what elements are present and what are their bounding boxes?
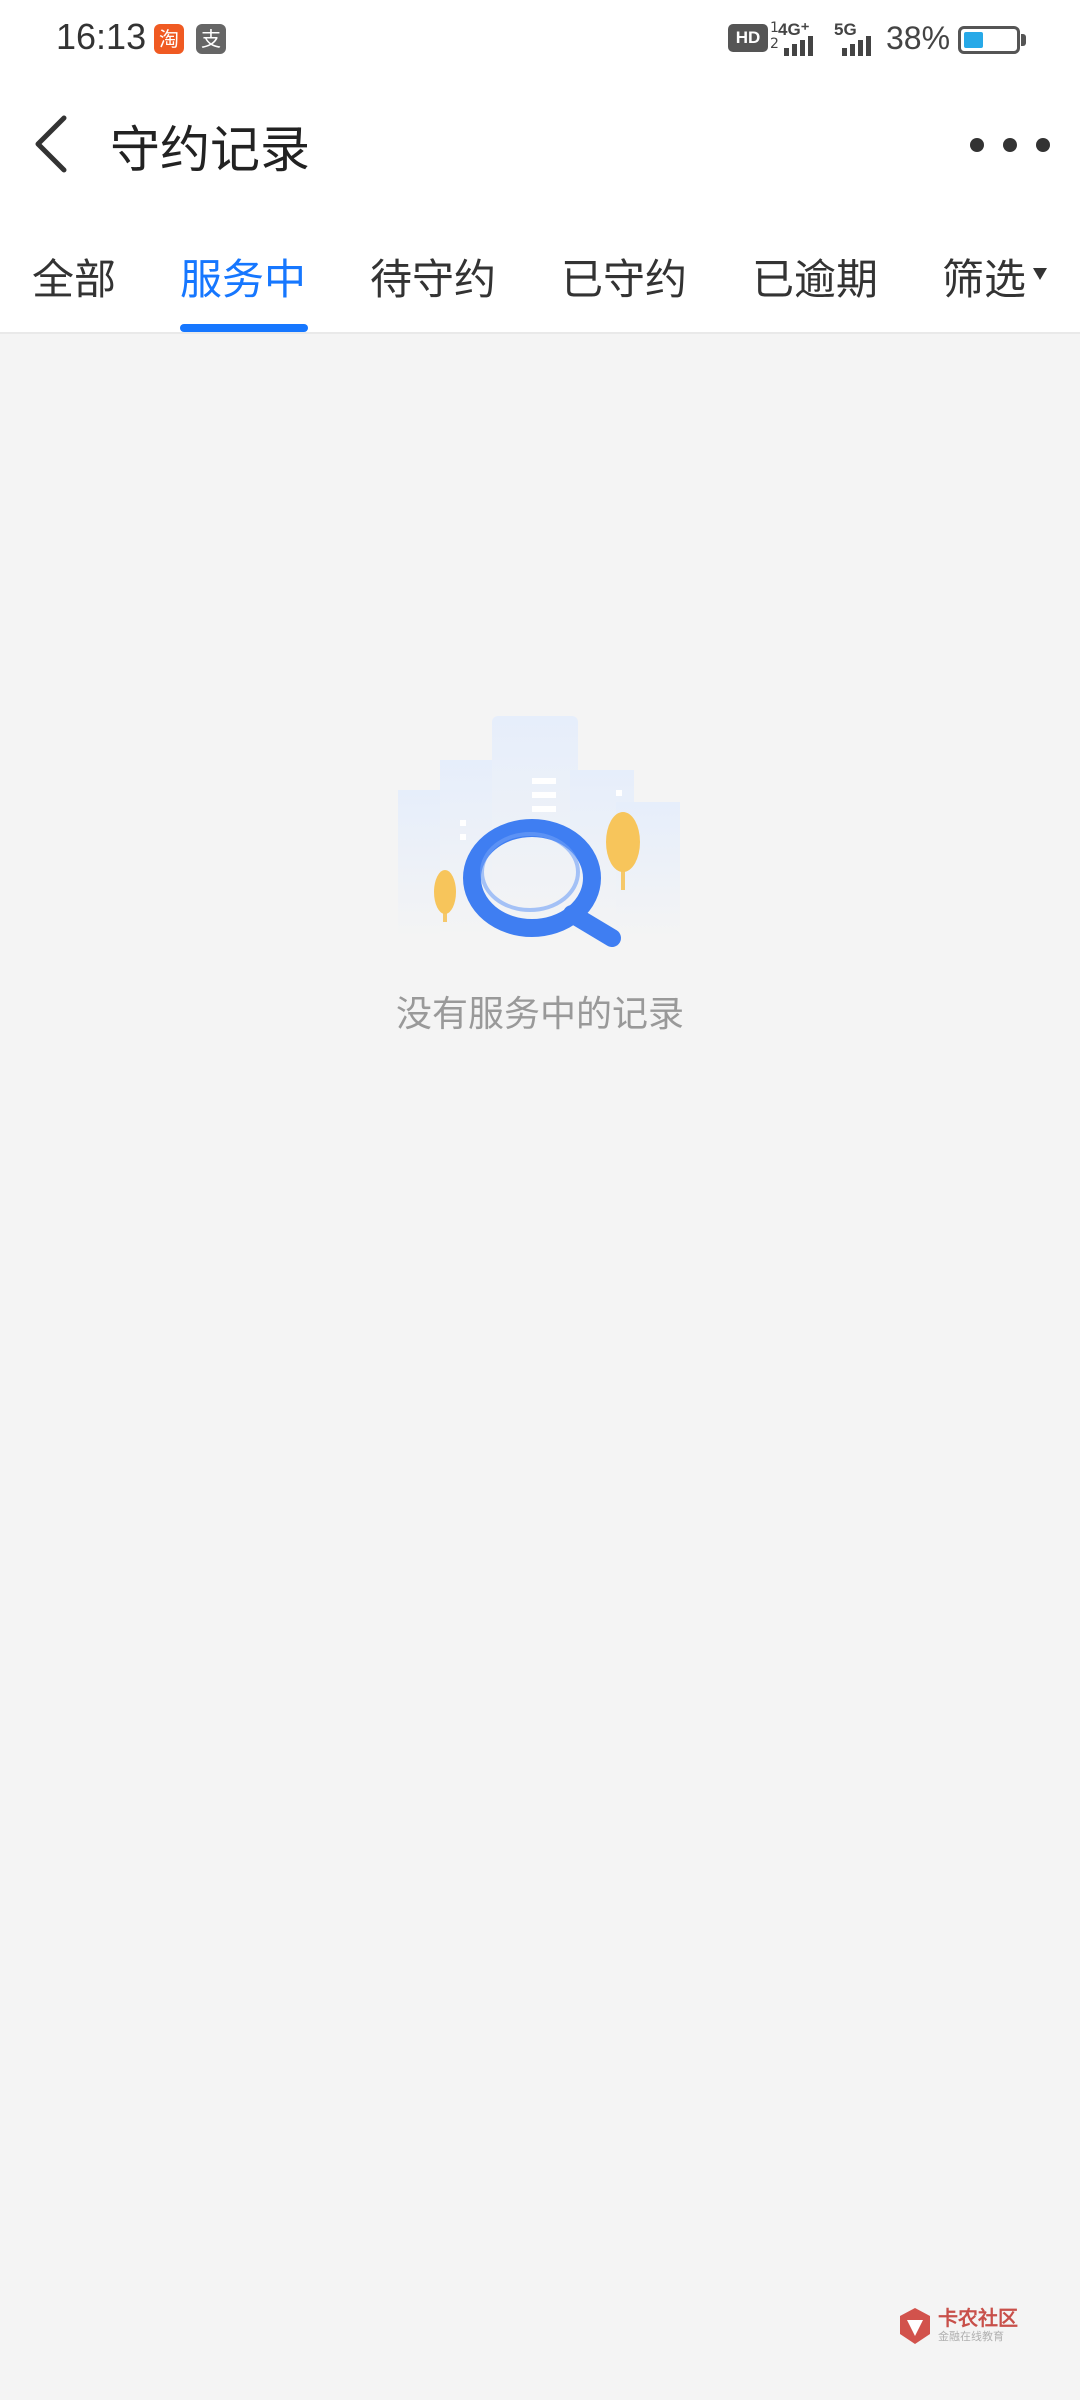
signal-4g-icon: 4G⁺ [778,18,824,58]
status-tabs: 全部 服务中 待守约 已守约 已逾期 筛选 [0,210,1080,334]
tab-pending[interactable]: 待守约 [370,246,496,307]
caret-down-icon [1033,268,1047,280]
tab-kept[interactable]: 已守约 [561,246,687,307]
more-dots-icon [970,138,984,152]
watermark-text: 卡农社区 [938,2306,1018,2330]
battery-tip [1021,34,1026,46]
app-header: 守约记录 [0,80,1080,210]
watermark: 卡农社区 金融在线教育 [896,2302,1046,2352]
active-tab-indicator [180,324,308,332]
chevron-left-icon [35,115,67,173]
tab-in-service[interactable]: 服务中 [180,246,306,307]
alipay-notification-icon: 支 [196,24,226,54]
status-time: 16:13 [56,16,147,57]
watermark-subtext: 金融在线教育 [938,2330,1004,2343]
empty-state-message: 没有服务中的记录 [395,994,684,1035]
taobao-notification-icon: 淘 [154,24,184,54]
hd-voice-icon: HD [728,24,768,52]
status-bar: 16:13 淘 支 HD 1 2 4G⁺ 5G 38% [0,0,1080,80]
battery-percent: 38% [886,20,951,56]
page-title: 守约记录 [110,121,310,179]
back-button[interactable] [24,108,84,178]
signal-5g-icon: 5G [834,18,880,58]
tab-all[interactable]: 全部 [32,246,116,307]
filter-button[interactable]: 筛选 [942,246,1026,307]
battery-icon [958,26,1020,54]
watermark-logo-icon [900,2308,930,2344]
more-button[interactable] [970,120,1050,170]
magnifier-empty-icon [398,716,680,947]
tab-overdue[interactable]: 已逾期 [752,246,878,307]
top-panel: 16:13 淘 支 HD 1 2 4G⁺ 5G 38% 守约记录 全部 服务中 … [0,0,1080,334]
empty-illustration [380,700,700,960]
battery-level [964,32,983,48]
